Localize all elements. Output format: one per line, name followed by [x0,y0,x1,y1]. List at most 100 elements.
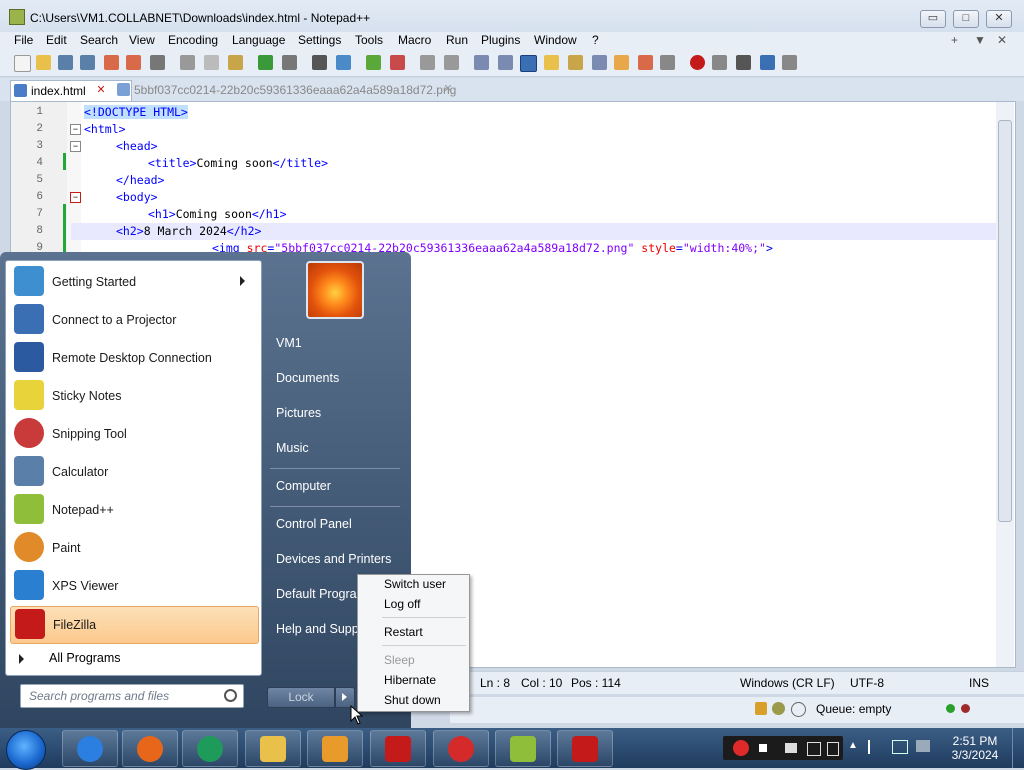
monitoring-icon[interactable] [638,55,653,70]
find-icon[interactable] [312,55,327,70]
taskbar-recorder[interactable] [433,730,489,767]
menu-edit[interactable]: Edit [46,33,67,47]
menu-encoding[interactable]: Encoding [168,33,218,47]
paste-icon[interactable] [228,55,243,70]
all-programs[interactable]: All Programs [5,648,260,670]
function-list-icon[interactable] [592,55,607,70]
print-icon[interactable] [150,55,165,70]
close-file-icon[interactable] [104,55,119,70]
tab-close-icon[interactable]: ✕ [95,85,107,97]
pause-recording-icon[interactable] [733,740,749,756]
place-documents[interactable]: Documents [276,371,339,385]
taskbar-notepadpp[interactable] [495,730,551,767]
menu-restart[interactable]: Restart [384,625,423,639]
record-macro-icon[interactable] [690,55,705,70]
place-computer[interactable]: Computer [276,479,331,493]
status-eol[interactable]: Windows (CR LF) [740,676,835,690]
menu-macro[interactable]: Macro [398,33,431,47]
menu-plugins[interactable]: Plugins [481,33,520,47]
tab-list-button[interactable]: ▼ [974,33,986,47]
search-input[interactable]: Search programs and files [20,684,244,708]
clock[interactable]: 2:51 PM 3/3/2024 [945,734,1005,762]
menu-run[interactable]: Run [446,33,468,47]
status-encoding[interactable]: UTF-8 [850,676,884,690]
taskbar-filezilla[interactable] [370,730,426,767]
menu-tools[interactable]: Tools [355,33,383,47]
network-icon[interactable] [892,740,908,754]
open-file-icon[interactable] [36,55,51,70]
taskbar-firefox[interactable] [122,730,178,767]
play-macro-icon[interactable] [736,55,751,70]
program-calculator[interactable]: Calculator [10,454,257,490]
user-picture[interactable] [306,261,364,319]
volume-muted-icon[interactable] [916,740,930,752]
show-hidden-icons-icon[interactable]: ▲ [848,740,858,751]
menu-hibernate[interactable]: Hibernate [384,673,436,687]
menu-log-off[interactable]: Log off [384,597,420,611]
action-center-flag-icon[interactable] [868,740,882,754]
menu-search[interactable]: Search [80,33,118,47]
zoom-out-icon[interactable] [390,55,405,70]
lock-button[interactable]: Lock [267,687,335,708]
copy-icon[interactable] [204,55,219,70]
menu-help[interactable]: ? [592,33,599,47]
program-sticky-notes[interactable]: Sticky Notes [10,378,257,414]
maximize-button[interactable]: □ [953,10,979,28]
close-all-icon[interactable] [126,55,141,70]
cut-icon[interactable] [180,55,195,70]
stop-macro-icon[interactable] [712,55,727,70]
save-macro-icon[interactable] [782,55,797,70]
program-snipping-tool[interactable]: Snipping Tool [10,416,257,452]
show-all-chars-icon[interactable] [498,55,513,70]
taskbar-media-center[interactable] [182,730,238,767]
place-devices-printers[interactable]: Devices and Printers [276,552,391,566]
program-notepadpp[interactable]: Notepad++ [10,492,257,528]
undo-icon[interactable] [258,55,273,70]
save-all-icon[interactable] [80,55,95,70]
sync-vertical-icon[interactable] [420,55,435,70]
mic-icon[interactable] [807,742,821,756]
menu-language[interactable]: Language [232,33,285,47]
taskbar-flash[interactable] [557,730,613,767]
place-control-panel[interactable]: Control Panel [276,517,352,531]
minimize-button[interactable]: ▭ [920,10,946,28]
stop-icon[interactable] [759,744,767,752]
new-tab-button[interactable]: + [951,33,958,47]
folder-as-workspace-icon[interactable] [614,55,629,70]
sync-horizontal-icon[interactable] [444,55,459,70]
program-getting-started[interactable]: Getting Started [10,264,257,300]
vertical-scrollbar[interactable] [996,102,1014,667]
menu-file[interactable]: File [14,33,33,47]
start-button[interactable] [6,730,46,770]
menu-shut-down[interactable]: Shut down [384,693,441,707]
replace-icon[interactable] [336,55,351,70]
scroll-thumb[interactable] [998,120,1012,522]
program-xps-viewer[interactable]: XPS Viewer [10,568,257,604]
indent-guide-icon[interactable] [520,55,537,72]
menu-view[interactable]: View [129,33,155,47]
close-button[interactable]: ✕ [986,10,1012,28]
redo-icon[interactable] [282,55,297,70]
program-paint[interactable]: Paint [10,530,257,566]
taskbar-internet-explorer[interactable] [62,730,118,767]
fold-toggle-icon[interactable]: − [70,192,81,203]
save-icon[interactable] [58,55,73,70]
close-doc-button[interactable]: ✕ [997,33,1007,47]
preview-icon[interactable] [660,55,675,70]
window-icon[interactable] [827,742,839,756]
word-wrap-icon[interactable] [474,55,489,70]
program-filezilla[interactable]: FileZilla [10,606,259,644]
taskbar-explorer[interactable] [245,730,301,767]
program-projector[interactable]: Connect to a Projector [10,302,257,338]
doc-map-icon[interactable] [568,55,583,70]
menu-switch-user[interactable]: Switch user [384,577,446,591]
fold-toggle-icon[interactable]: − [70,141,81,152]
place-pictures[interactable]: Pictures [276,406,321,420]
program-remote-desktop[interactable]: Remote Desktop Connection [10,340,257,376]
menu-settings[interactable]: Settings [298,33,341,47]
place-music[interactable]: Music [276,441,309,455]
tab-png[interactable]: 5bbf037cc0214-22b20c59361336eaaa62a4a589… [114,80,476,100]
show-desktop-button[interactable] [1012,728,1024,768]
tab-close-icon[interactable]: ✕ [442,84,454,96]
search-icon[interactable] [224,689,237,702]
